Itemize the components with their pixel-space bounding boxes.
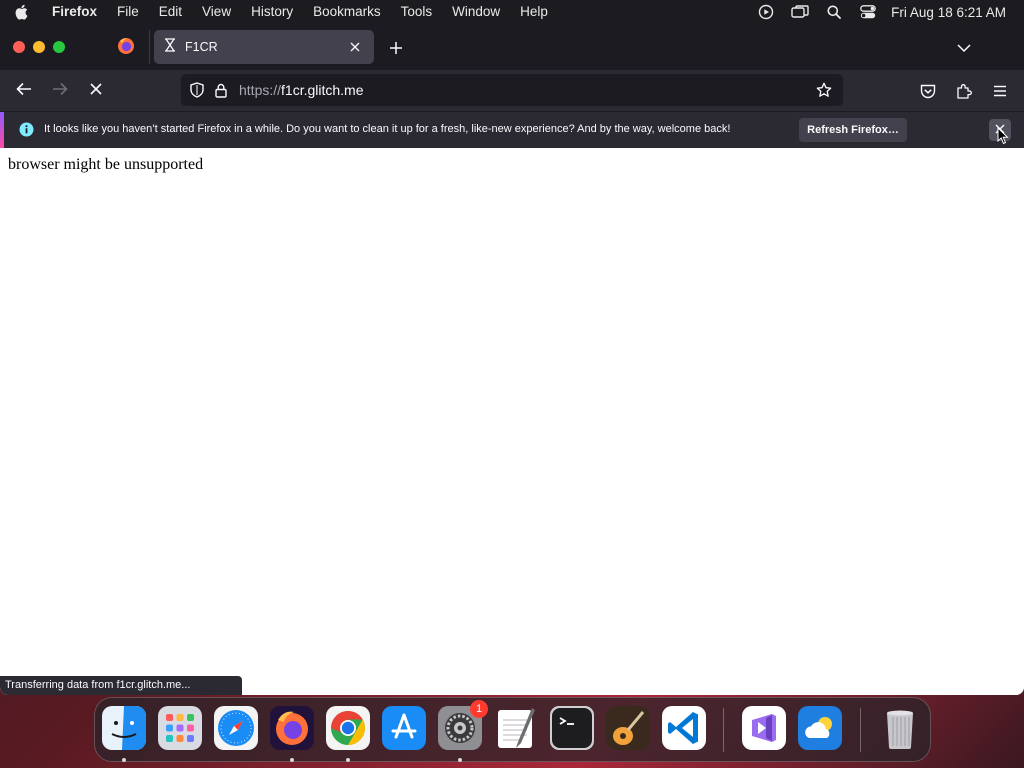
extensions-puzzle-icon[interactable]	[951, 78, 977, 104]
menu-edit[interactable]: Edit	[149, 0, 192, 24]
dock-app-store[interactable]	[382, 706, 426, 750]
menu-window[interactable]: Window	[442, 0, 510, 24]
dock-garageband[interactable]	[606, 706, 650, 750]
forward-button[interactable]	[47, 78, 73, 104]
close-icon	[90, 82, 102, 100]
tab-separator	[149, 30, 150, 64]
tab-title: F1CR	[185, 40, 218, 54]
window-close-button[interactable]	[13, 41, 25, 53]
dock-textedit[interactable]	[494, 706, 538, 750]
firefox-window: F1CR https://f1cr.glitch.me It looks lik…	[0, 24, 1024, 695]
pinned-tab-firefox[interactable]	[104, 34, 148, 62]
stop-loading-button[interactable]	[83, 78, 109, 104]
running-indicator	[290, 758, 294, 762]
star-bookmark-icon[interactable]	[811, 77, 837, 103]
vscode-icon	[662, 706, 706, 750]
safari-icon	[214, 706, 258, 750]
terminal-icon	[550, 706, 594, 750]
menu-app-name[interactable]: Firefox	[42, 0, 107, 24]
url-host: f1cr.glitch.me	[281, 82, 364, 98]
garageband-guitar-icon	[606, 706, 650, 750]
running-indicator	[346, 758, 350, 762]
visual-studio-icon	[742, 706, 786, 750]
back-button[interactable]	[11, 78, 37, 104]
menu-bookmarks[interactable]: Bookmarks	[303, 0, 391, 24]
weather-cloud-icon	[798, 706, 842, 750]
menubar-clock[interactable]: Fri Aug 18 6:21 AM	[891, 5, 1006, 20]
url-bar[interactable]: https://f1cr.glitch.me	[181, 74, 843, 106]
chevron-down-icon[interactable]	[952, 36, 976, 60]
menu-file[interactable]: File	[107, 0, 149, 24]
notification-badge: 1	[470, 700, 488, 718]
dock-chrome[interactable]	[326, 706, 370, 750]
running-indicator	[458, 758, 462, 762]
dock-terminal[interactable]	[550, 706, 594, 750]
window-minimize-button[interactable]	[33, 41, 45, 53]
shield-icon[interactable]	[185, 78, 209, 102]
finder-icon	[102, 706, 146, 750]
firefox-icon	[117, 37, 135, 60]
running-indicator	[122, 758, 126, 762]
page-body-text: browser might be unsupported	[8, 156, 204, 173]
navigation-toolbar: https://f1cr.glitch.me	[0, 70, 1024, 111]
menu-view[interactable]: View	[192, 0, 241, 24]
refresh-notification-bar: It looks like you haven’t started Firefo…	[0, 111, 1024, 148]
page-content: browser might be unsupported	[0, 148, 1024, 695]
new-tab-button[interactable]	[384, 36, 408, 60]
hamburger-menu-icon[interactable]	[987, 78, 1013, 104]
dock-separator	[723, 708, 724, 752]
dock-separator	[860, 708, 861, 752]
dock-trash[interactable]	[878, 706, 922, 750]
dock-launchpad[interactable]	[158, 706, 202, 750]
spotlight-search-icon[interactable]	[817, 0, 851, 24]
arrow-left-icon	[16, 82, 32, 101]
firefox-icon	[270, 706, 314, 750]
macos-menu-bar: Firefox File Edit View History Bookmarks…	[0, 0, 1024, 24]
window-zoom-button[interactable]	[53, 41, 65, 53]
tab-strip: F1CR	[0, 24, 1024, 70]
launchpad-icon	[158, 706, 202, 750]
tab-close-icon[interactable]	[346, 38, 364, 56]
dock-visual-studio[interactable]	[742, 706, 786, 750]
chrome-icon	[326, 706, 370, 750]
mouse-cursor-icon	[997, 126, 1009, 150]
info-icon	[19, 122, 34, 142]
lock-icon[interactable]	[209, 78, 233, 102]
menu-tools[interactable]: Tools	[391, 0, 443, 24]
notification-accent-strip	[0, 112, 4, 148]
textedit-icon	[498, 708, 535, 748]
url-text[interactable]: https://f1cr.glitch.me	[239, 82, 811, 98]
macos-dock: 1	[94, 697, 931, 762]
dock-finder[interactable]	[102, 706, 146, 750]
app-store-icon	[382, 706, 426, 750]
screen-mirroring-icon[interactable]	[783, 0, 817, 24]
dock-vscode[interactable]	[662, 706, 706, 750]
notification-message: It looks like you haven’t started Firefo…	[44, 123, 731, 135]
screen-record-icon[interactable]	[749, 0, 783, 24]
status-panel: Transferring data from f1cr.glitch.me...	[0, 676, 242, 695]
apple-menu-icon[interactable]	[0, 4, 42, 20]
arrow-right-icon	[52, 82, 68, 101]
trash-icon	[887, 710, 913, 749]
dock-firefox[interactable]	[270, 706, 314, 750]
loading-hourglass-icon	[164, 37, 176, 57]
refresh-firefox-button[interactable]: Refresh Firefox…	[799, 118, 907, 142]
url-scheme: https://	[239, 82, 282, 98]
dock-safari[interactable]	[214, 706, 258, 750]
control-center-icon[interactable]	[851, 0, 885, 24]
dock-system-settings[interactable]: 1	[438, 700, 488, 750]
dock-weather[interactable]	[798, 706, 842, 750]
pocket-icon[interactable]	[915, 78, 941, 104]
menu-history[interactable]: History	[241, 0, 303, 24]
menu-help[interactable]: Help	[510, 0, 558, 24]
tab-f1cr[interactable]: F1CR	[154, 30, 374, 64]
